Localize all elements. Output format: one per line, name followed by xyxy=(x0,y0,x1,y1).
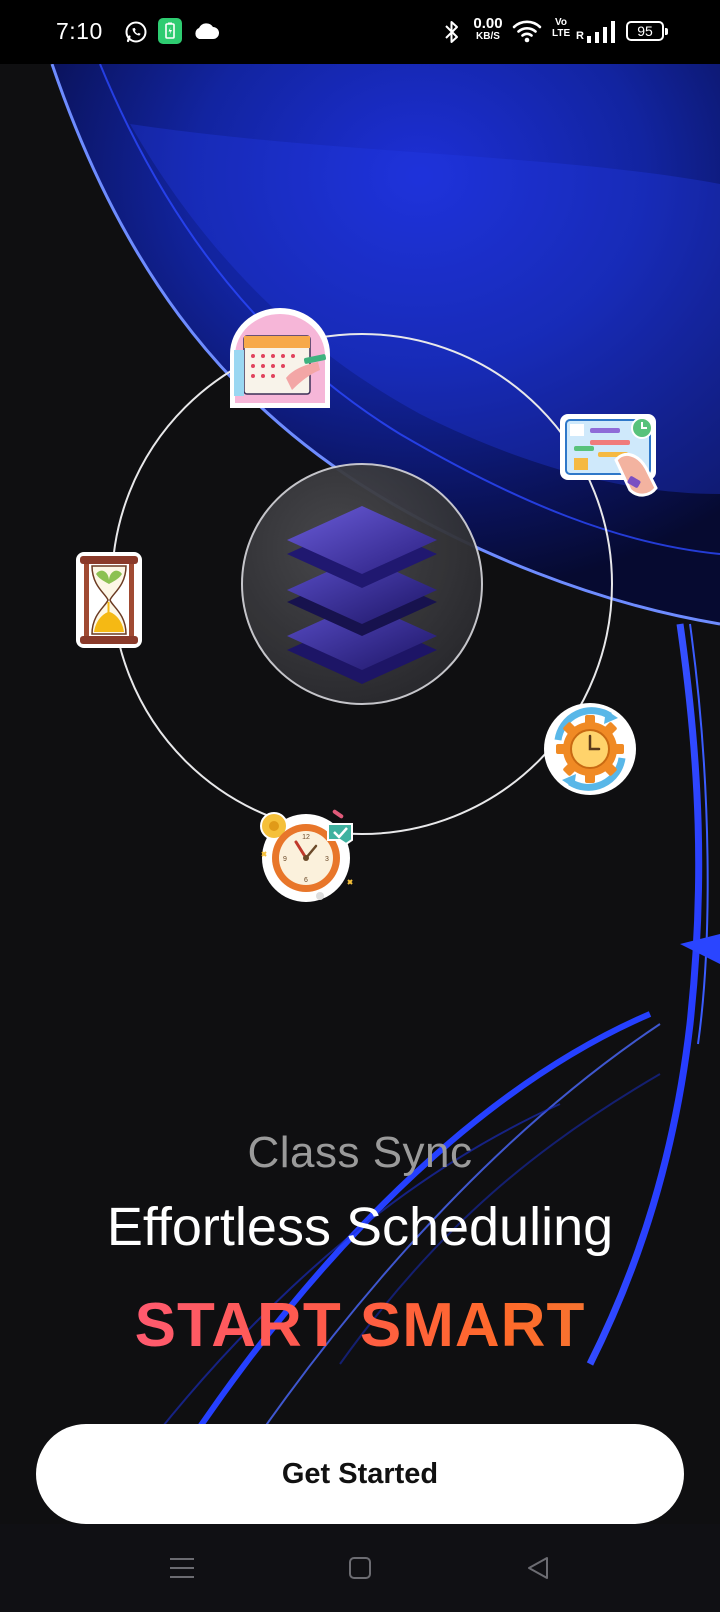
menu-button[interactable] xyxy=(158,1546,206,1590)
back-button[interactable] xyxy=(514,1546,562,1590)
volte-indicator: Vo LTE xyxy=(552,17,571,39)
layers-icon xyxy=(287,506,437,684)
back-icon xyxy=(528,1557,548,1579)
calendar-sticker xyxy=(230,308,330,408)
svg-text:6: 6 xyxy=(304,877,308,884)
battery-saver-icon xyxy=(158,18,182,44)
hourglass-sticker xyxy=(76,552,142,648)
bluetooth-icon xyxy=(445,21,458,43)
home-button[interactable] xyxy=(336,1546,384,1590)
svg-text:12: 12 xyxy=(302,834,310,841)
signal-icon xyxy=(587,21,615,43)
tagline: Effortless Scheduling xyxy=(106,1197,614,1257)
wifi-icon xyxy=(512,20,542,43)
svg-text:3: 3 xyxy=(325,856,329,863)
clock-gear-sticker xyxy=(544,703,636,795)
roaming-indicator: R xyxy=(576,30,584,42)
menu-icon xyxy=(170,1558,194,1578)
navigation-bar xyxy=(0,1524,720,1612)
task-board-sticker xyxy=(560,414,658,497)
home-icon xyxy=(349,1557,371,1579)
cta-heading: START SMART xyxy=(0,1290,720,1361)
app-name: Class Sync xyxy=(247,1128,473,1177)
get-started-button[interactable]: Get Started xyxy=(36,1424,684,1524)
status-bar: 7:10 0.00 KB/S Vo LTE R 95 xyxy=(0,0,720,64)
cloud-icon xyxy=(195,23,219,39)
battery-indicator: 95 xyxy=(626,21,668,41)
svg-text:9: 9 xyxy=(283,856,287,863)
whatsapp-icon xyxy=(125,21,147,43)
status-time: 7:10 xyxy=(56,18,103,44)
alarm-clock-sticker: 12 3 6 9 xyxy=(260,809,353,902)
network-speed: 0.00 KB/S xyxy=(473,15,503,42)
